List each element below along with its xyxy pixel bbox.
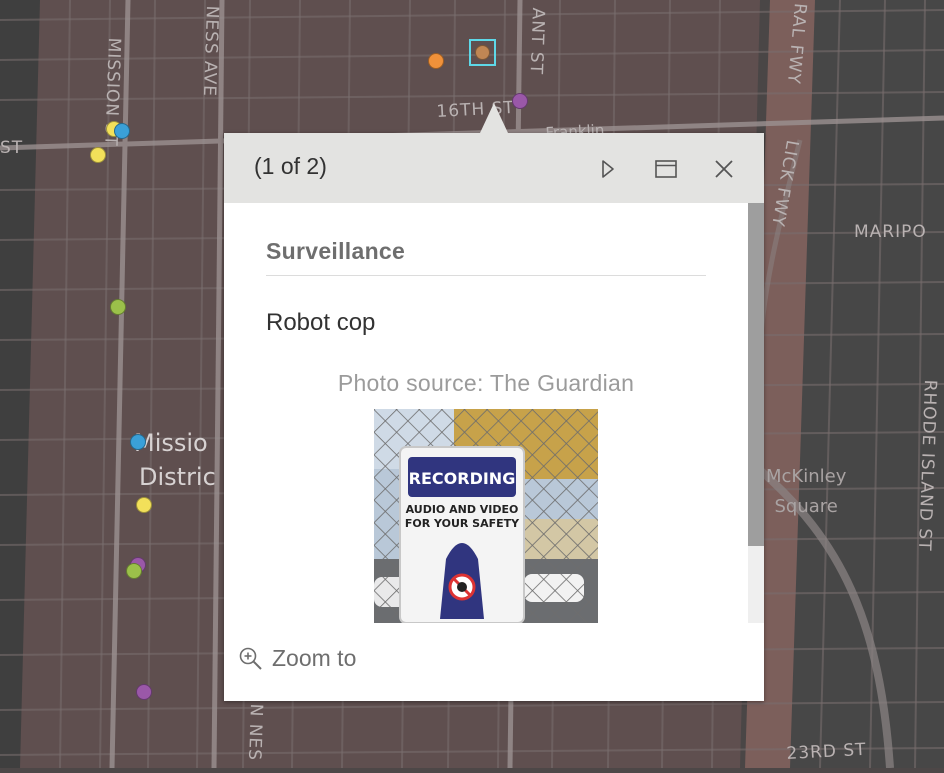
area-label-mckinley-square: McKinley Square <box>766 462 846 522</box>
play-triangle-icon <box>602 160 614 178</box>
photo-caption: Photo source: The Guardian <box>337 370 635 396</box>
feature-description: Robot cop <box>266 309 376 336</box>
close-x-icon <box>715 160 733 178</box>
feature-popup: (1 of 2) Surveillance Robot cop Photo so… <box>224 103 764 701</box>
street-label-bryant-st: ANT ST <box>525 7 548 76</box>
popup-footer: Zoom to <box>224 623 764 701</box>
street-label-23rd-st: 23RD ST <box>786 739 868 764</box>
dock-button[interactable] <box>652 155 680 183</box>
selected-marker[interactable] <box>475 45 490 60</box>
street-label-mariposa: MARIPO <box>854 222 927 242</box>
map-marker-green[interactable] <box>110 299 126 315</box>
sign-line1-text: AUDIO AND VIDEO <box>406 503 519 516</box>
popup-title: Surveillance <box>266 238 406 264</box>
selected-marker-highlight[interactable] <box>469 39 496 66</box>
photo-image: RECORDING AUDIO AND VIDEO FOR YOUR SAFET… <box>374 409 598 623</box>
map-marker-yellow[interactable] <box>90 147 106 163</box>
map-marker-purple[interactable] <box>512 93 528 109</box>
area-label-mission-district-line1: Missio <box>134 429 208 457</box>
popup-scrollbar[interactable] <box>748 203 764 623</box>
feature-photo: RECORDING AUDIO AND VIDEO FOR YOUR SAFET… <box>374 409 598 623</box>
popup-scrollbar-thumb[interactable] <box>748 203 764 546</box>
zoom-to-link[interactable]: Zoom to <box>238 645 356 672</box>
street-label-van-ness-bottom: N NES <box>244 703 266 762</box>
dock-window-icon <box>655 160 677 178</box>
area-label-mckinley-line2: Square <box>774 496 838 517</box>
street-label-st-left: ST <box>0 138 24 158</box>
zoom-to-label: Zoom to <box>272 645 357 671</box>
popup-pointer <box>480 103 508 133</box>
close-button[interactable] <box>710 155 738 183</box>
sign-line2-text: FOR YOUR SAFETY <box>405 517 520 530</box>
zoom-in-magnifier-icon <box>239 647 262 670</box>
feature-counter: (1 of 2) <box>254 153 327 179</box>
map-marker-blue[interactable] <box>130 434 146 450</box>
map-marker-green[interactable] <box>126 563 142 579</box>
street-label-ness-ave: NESS AVE <box>198 5 222 98</box>
map-marker-purple[interactable] <box>136 684 152 700</box>
popup-header: (1 of 2) <box>224 133 764 203</box>
map-marker-orange[interactable] <box>428 53 444 69</box>
map-marker-blue[interactable] <box>114 123 130 139</box>
map-marker-yellow[interactable] <box>136 497 152 513</box>
next-feature-button[interactable] <box>594 155 622 183</box>
area-label-mckinley-line1: McKinley <box>766 466 847 487</box>
area-label-mission-district: Missio Distric <box>134 426 216 494</box>
popup-content[interactable]: Surveillance Robot cop Photo source: The… <box>224 203 764 623</box>
title-divider <box>266 275 706 276</box>
area-label-mission-district-line2: Distric <box>139 463 216 491</box>
sign-title-text: RECORDING <box>409 469 516 488</box>
